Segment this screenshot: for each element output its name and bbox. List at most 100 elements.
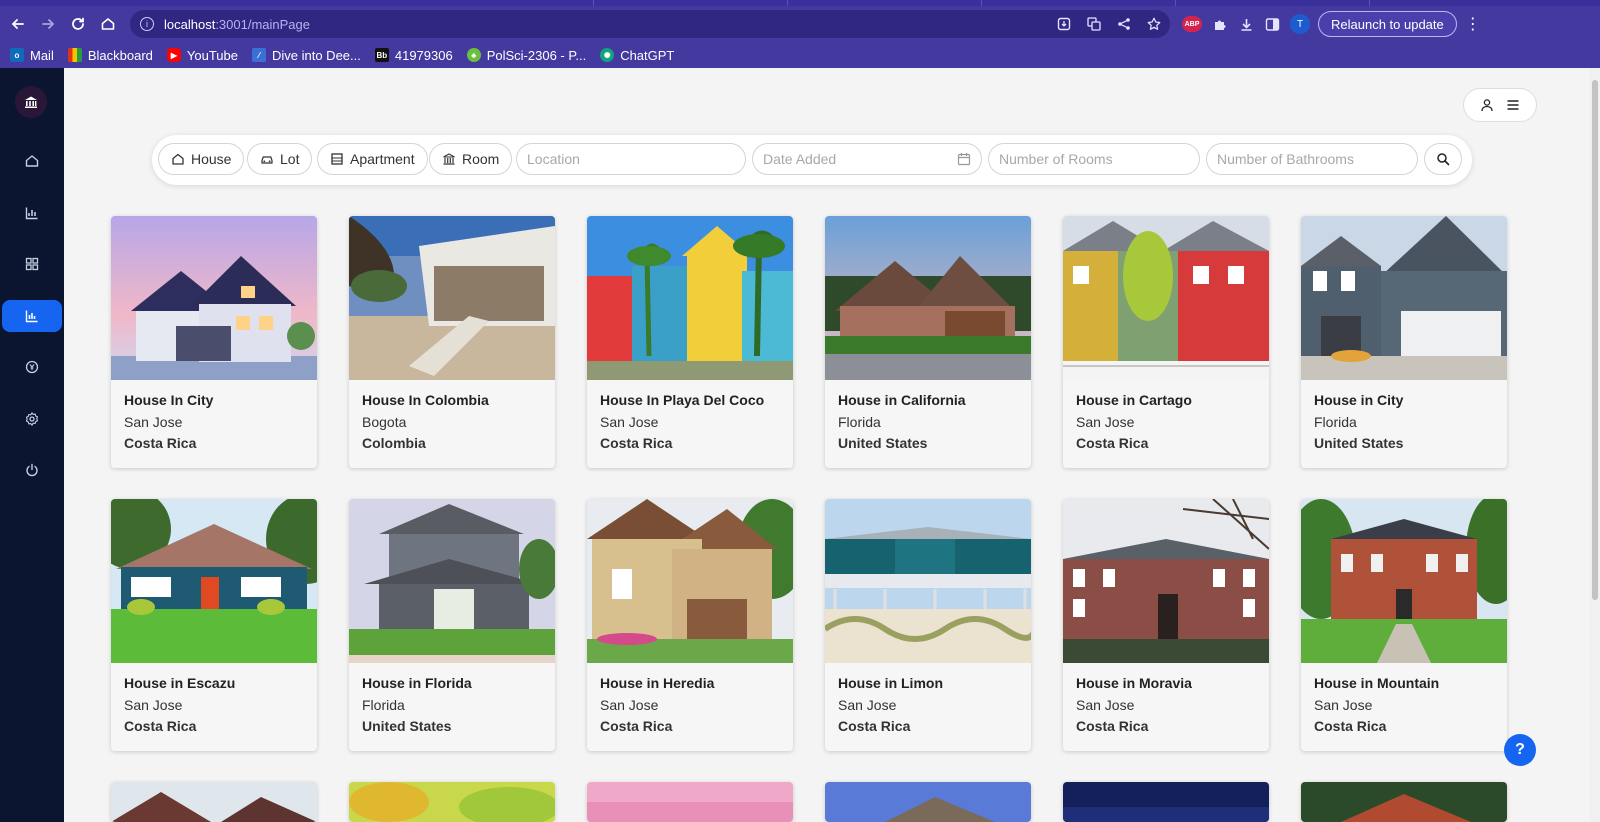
listing-country: United States: [1314, 435, 1404, 451]
listing-title: House in Mountain: [1314, 675, 1440, 691]
listing-photo: [111, 499, 317, 663]
listing-city: Florida: [362, 697, 405, 713]
bookmark-label: PolSci-2306 - P...: [486, 47, 587, 63]
date-placeholder: Date Added: [763, 151, 837, 167]
listing-card[interactable]: House in Cartago San Jose Costa Rica: [1063, 216, 1269, 468]
more-menu-icon[interactable]: ⋮: [1465, 14, 1481, 34]
listing-photo: [349, 216, 555, 380]
listing-card[interactable]: [587, 782, 793, 822]
blackboard-icon: [67, 48, 82, 62]
listing-country: Costa Rica: [124, 718, 197, 734]
listing-title: House in Cartago: [1076, 392, 1192, 408]
profile-avatar[interactable]: T: [1290, 14, 1310, 34]
listing-card[interactable]: House in Moravia San Jose Costa Rica: [1063, 499, 1269, 751]
listing-card[interactable]: House in California Florida United State…: [825, 216, 1031, 468]
listing-card[interactable]: [825, 782, 1031, 822]
bookmark-label: Blackboard: [87, 47, 153, 63]
help-button[interactable]: ?: [1504, 734, 1536, 766]
grid-icon: [25, 257, 39, 271]
bookmark-item[interactable]: ✺ ChatGPT: [600, 48, 674, 63]
site-info-icon[interactable]: i: [140, 17, 154, 31]
help-icon: ?: [1515, 741, 1525, 758]
url-text[interactable]: localhost:3001/mainPage: [164, 17, 310, 32]
side-panel-icon[interactable]: [1264, 16, 1280, 32]
listing-city: San Jose: [838, 697, 897, 713]
bookmark-item[interactable]: Bb 41979306: [374, 48, 453, 63]
listing-card[interactable]: [111, 782, 317, 822]
date-added-input[interactable]: Date Added: [752, 143, 982, 175]
youtube-icon: ▶: [166, 48, 181, 62]
sidebar-item-payments[interactable]: [2, 351, 62, 383]
bookmark-item[interactable]: o Mail: [10, 48, 54, 63]
scrollbar[interactable]: [1590, 68, 1600, 822]
puzzle-icon[interactable]: [1212, 16, 1228, 32]
star-icon[interactable]: [1146, 16, 1162, 32]
listing-photo: [1301, 782, 1507, 822]
search-button[interactable]: [1424, 143, 1462, 175]
main-content: House Lot Apartment Room Date Added: [64, 68, 1600, 822]
bathrooms-input[interactable]: [1206, 143, 1418, 175]
listing-title: House in Escazu: [124, 675, 236, 691]
user-menu-button[interactable]: [1463, 88, 1537, 122]
listing-card[interactable]: [349, 782, 555, 822]
extensions-area: ABP T: [1182, 14, 1310, 34]
listing-card[interactable]: [1301, 782, 1507, 822]
scrollbar-thumb[interactable]: [1592, 80, 1598, 600]
listing-card[interactable]: House in Mountain San Jose Costa Rica: [1301, 499, 1507, 751]
filter-chip-lot[interactable]: Lot: [247, 143, 313, 175]
bookmark-item[interactable]: ▶ YouTube: [166, 47, 238, 63]
bookmark-item[interactable]: ♣ PolSci-2306 - P...: [466, 47, 587, 63]
translate-icon[interactable]: [1086, 16, 1102, 32]
sidebar-item-settings[interactable]: [2, 403, 62, 435]
listing-card[interactable]: House In Playa Del Coco San Jose Costa R…: [587, 216, 793, 468]
outlook-icon: o: [10, 48, 24, 62]
omnibox-actions: [1056, 10, 1162, 38]
bookmark-label: YouTube: [186, 47, 238, 63]
relaunch-button[interactable]: Relaunch to update: [1318, 11, 1457, 37]
listing-card[interactable]: House in Limon San Jose Costa Rica: [825, 499, 1031, 751]
listing-photo: [825, 782, 1031, 822]
listing-card[interactable]: [1063, 782, 1269, 822]
sidebar-item-dashboard[interactable]: [2, 248, 62, 280]
listing-card[interactable]: House In Colombia Bogota Colombia: [349, 216, 555, 468]
bookmark-label: ChatGPT: [620, 47, 675, 63]
listing-country: Costa Rica: [124, 435, 197, 451]
url-bar[interactable]: i localhost:3001/mainPage: [130, 10, 1170, 38]
listing-card[interactable]: House in Escazu San Jose Costa Rica: [111, 499, 317, 751]
sidebar-item-analytics[interactable]: [2, 197, 62, 229]
listing-card[interactable]: House in City Florida United States: [1301, 216, 1507, 468]
bookmark-item[interactable]: ⁄ Dive into Dee...: [251, 48, 361, 63]
listing-card[interactable]: House In City San Jose Costa Rica: [111, 216, 317, 468]
listing-photo: [825, 216, 1031, 380]
adblock-icon[interactable]: ABP: [1182, 16, 1202, 32]
reload-button[interactable]: [64, 10, 92, 38]
sidebar-item-logout[interactable]: [2, 454, 62, 486]
listing-title: House in Limon: [838, 675, 943, 691]
filter-chip-apartment[interactable]: Apartment: [317, 143, 428, 175]
listing-card[interactable]: House in Heredia San Jose Costa Rica: [587, 499, 793, 751]
bank-logo-icon[interactable]: [15, 86, 47, 118]
rooms-input[interactable]: [988, 143, 1200, 175]
listing-photo: [587, 499, 793, 663]
location-input[interactable]: [516, 143, 746, 175]
chatgpt-icon: ✺: [600, 48, 615, 62]
listing-title: House In Playa Del Coco: [600, 392, 765, 408]
back-button[interactable]: [4, 10, 32, 38]
listing-card[interactable]: House in Florida Florida United States: [349, 499, 555, 751]
bookmark-item[interactable]: Blackboard: [67, 47, 153, 63]
listing-country: Costa Rica: [1076, 718, 1149, 734]
download-icon[interactable]: [1238, 16, 1254, 32]
install-app-icon[interactable]: [1056, 16, 1072, 32]
calendar-icon[interactable]: [957, 152, 971, 166]
bookmark-label: Mail: [30, 47, 54, 63]
sidebar-item-home[interactable]: [2, 145, 62, 177]
sidebar-item-reports[interactable]: [2, 300, 62, 332]
filter-chip-house[interactable]: House: [158, 143, 245, 175]
filter-chip-room[interactable]: Room: [429, 143, 513, 175]
home-button[interactable]: [94, 10, 122, 38]
bank-icon: [443, 153, 455, 165]
hamburger-menu-icon: [1507, 100, 1519, 110]
share-icon[interactable]: [1116, 16, 1132, 32]
listing-country: United States: [362, 718, 452, 734]
forward-button[interactable]: [34, 10, 62, 38]
